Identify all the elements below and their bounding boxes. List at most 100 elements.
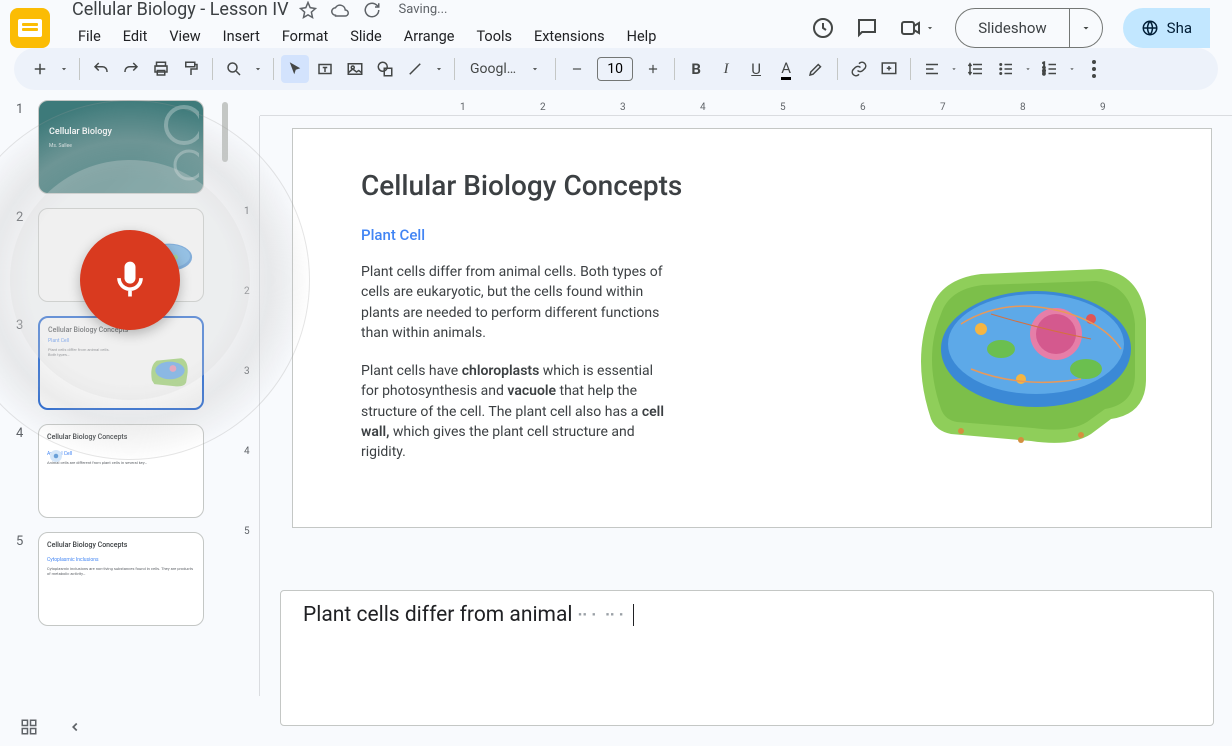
horizontal-ruler[interactable]: 1 2 3 4 5 6 7 8 9 [260, 98, 1232, 116]
menu-file[interactable]: File [68, 24, 111, 49]
slide-subtitle[interactable]: Plant Cell [293, 202, 1211, 244]
menu-format[interactable]: Format [272, 24, 338, 49]
align-button[interactable] [918, 55, 946, 83]
menu-help[interactable]: Help [617, 24, 667, 49]
line-dropdown[interactable] [431, 55, 447, 83]
font-size-input[interactable]: 10 [597, 57, 633, 81]
decrease-font-button[interactable] [563, 55, 591, 83]
ruler-tick: 2 [244, 286, 250, 297]
history-icon[interactable] [811, 16, 835, 40]
textbox-tool[interactable] [311, 55, 339, 83]
font-picker[interactable]: Googl… [462, 61, 548, 77]
thumb-row-1[interactable]: 1 Cellular Biology Ms. Sallee [16, 100, 226, 194]
thumb-header: Cellular Biology Concepts [47, 541, 195, 549]
ruler-tick: 5 [244, 526, 250, 537]
menu-insert[interactable]: Insert [213, 24, 270, 49]
slide-canvas[interactable]: Cellular Biology Concepts Plant Cell Pla… [292, 128, 1212, 528]
speaker-notes[interactable]: Plant cells differ from animal⠒⠂⠒⠂ [280, 590, 1214, 726]
text-bold: chloroplasts [462, 363, 540, 379]
bullet-dropdown[interactable] [1022, 55, 1034, 83]
thumb-row-5[interactable]: 5 Cellular Biology Concepts Cytoplasmic … [16, 532, 226, 626]
slideshow-button[interactable]: Slideshow [956, 9, 1068, 47]
toolbar: Googl… 10 B I U A 123 [14, 48, 1218, 90]
slide-thumb-1[interactable]: Cellular Biology Ms. Sallee [38, 100, 204, 194]
header: Cellular Biology - Lesson IV Saving... F… [0, 0, 1232, 48]
slide-thumb-2[interactable] [38, 208, 204, 302]
slideshow-split-button: Slideshow [955, 8, 1102, 48]
highlight-button[interactable] [802, 55, 830, 83]
thumb-number: 2 [16, 208, 28, 225]
thumb-cell-image [144, 346, 194, 390]
thumb-cell-image [141, 231, 197, 273]
zoom-dropdown[interactable] [250, 55, 266, 83]
thumb-small-icon [47, 447, 65, 465]
grid-view-icon[interactable] [20, 718, 38, 736]
bold-button[interactable]: B [682, 55, 710, 83]
line-spacing-button[interactable] [962, 55, 990, 83]
ruler-tick: 3 [244, 366, 250, 377]
text-color-button[interactable]: A [772, 55, 800, 83]
select-tool[interactable] [281, 55, 309, 83]
meet-icon[interactable] [899, 16, 935, 40]
zoom-button[interactable] [220, 55, 248, 83]
menu-edit[interactable]: Edit [113, 24, 158, 49]
svg-text:3: 3 [1043, 71, 1046, 77]
new-slide-dropdown[interactable] [56, 55, 72, 83]
align-dropdown[interactable] [948, 55, 960, 83]
bullet-list-button[interactable] [992, 55, 1020, 83]
underline-button[interactable]: U [742, 55, 770, 83]
share-button[interactable]: Sha [1123, 8, 1210, 48]
paint-format-button[interactable] [177, 55, 205, 83]
print-button[interactable] [147, 55, 175, 83]
slide-thumb-3[interactable]: Cellular Biology Concepts Plant Cell Pla… [38, 316, 204, 410]
cloud-move-icon[interactable] [331, 1, 349, 19]
vertical-ruler[interactable]: 1 2 3 4 5 [242, 116, 260, 696]
menu-arrange[interactable]: Arrange [394, 24, 465, 49]
thumb-row-4[interactable]: 4 Cellular Biology Concepts Animal Cell … [16, 424, 226, 518]
slides-logo[interactable] [10, 8, 50, 48]
line-tool[interactable] [401, 55, 429, 83]
slideshow-dropdown[interactable] [1069, 9, 1102, 47]
titlebar: Cellular Biology - Lesson IV Saving... F… [10, 8, 1222, 48]
slide-body-1[interactable]: Plant cells differ from animal cells. Bo… [293, 244, 673, 343]
thumb-scrollbar[interactable] [222, 102, 228, 162]
comment-icon[interactable] [855, 16, 879, 40]
ruler-tick: 2 [540, 102, 546, 113]
thumb-row-2[interactable]: 2 [16, 208, 226, 302]
plant-cell-image[interactable] [891, 239, 1171, 459]
italic-button[interactable]: I [712, 55, 740, 83]
link-button[interactable] [845, 55, 873, 83]
notes-text: Plant cells differ from animal [303, 603, 573, 627]
menu-view[interactable]: View [159, 24, 210, 49]
slide-title[interactable]: Cellular Biology Concepts [293, 129, 1211, 202]
star-icon[interactable] [299, 1, 317, 19]
numbered-dropdown[interactable] [1066, 55, 1078, 83]
chevron-down-icon [530, 64, 540, 74]
thumb-decoration [139, 105, 199, 191]
new-slide-button[interactable] [26, 55, 54, 83]
thumb-row-3[interactable]: 3 Cellular Biology Concepts Plant Cell P… [16, 316, 226, 410]
ruler-tick: 3 [620, 102, 626, 113]
collapse-icon[interactable] [68, 718, 82, 736]
thumb-header: Cellular Biology Concepts [48, 326, 194, 334]
undo-button[interactable] [87, 55, 115, 83]
slide-body-2[interactable]: Plant cells have chloroplasts which is e… [293, 343, 673, 462]
document-title[interactable]: Cellular Biology - Lesson IV [64, 0, 289, 20]
shape-tool[interactable] [371, 55, 399, 83]
increase-font-button[interactable] [639, 55, 667, 83]
image-tool[interactable] [341, 55, 369, 83]
thumb-body: Cytoplasmic inclusions are non-living su… [47, 566, 195, 576]
dictation-dots: ⠒⠂⠒⠂ [577, 606, 632, 625]
slide-thumb-5[interactable]: Cellular Biology Concepts Cytoplasmic In… [38, 532, 204, 626]
more-options-button[interactable] [1080, 55, 1108, 83]
add-comment-button[interactable] [875, 55, 903, 83]
text-span: which gives the plant cell structure and… [361, 424, 635, 460]
numbered-list-button[interactable]: 123 [1036, 55, 1064, 83]
refresh-icon[interactable] [363, 1, 381, 19]
ruler-tick: 4 [700, 102, 706, 113]
slide-thumb-4[interactable]: Cellular Biology Concepts Animal Cell An… [38, 424, 204, 518]
menu-tools[interactable]: Tools [466, 24, 522, 49]
menu-slide[interactable]: Slide [340, 24, 392, 49]
redo-button[interactable] [117, 55, 145, 83]
menu-extensions[interactable]: Extensions [524, 24, 615, 49]
